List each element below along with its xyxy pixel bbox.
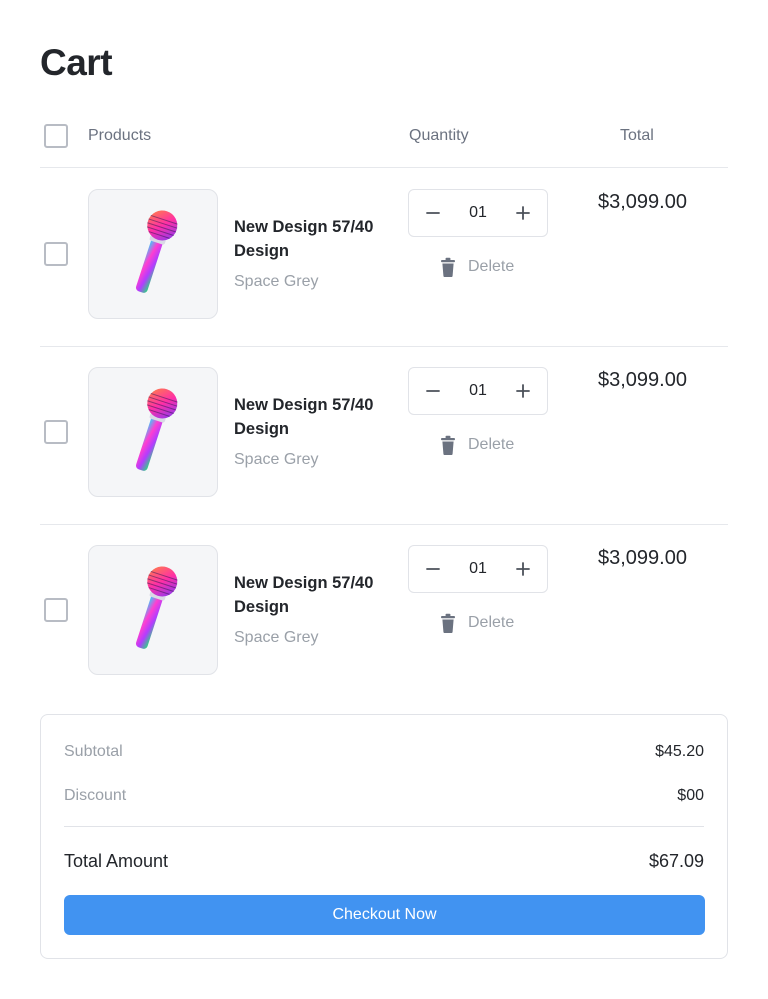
increase-quantity-button[interactable]: [509, 199, 537, 227]
checkout-button[interactable]: Checkout Now: [64, 895, 705, 935]
product-thumbnail: [88, 545, 218, 675]
plus-icon: [516, 384, 530, 398]
item-total-price: $3,099.00: [598, 369, 687, 391]
product-variant: Space Grey: [234, 629, 319, 646]
minus-icon: [426, 212, 440, 214]
header-total: Total: [620, 127, 654, 144]
increase-quantity-button[interactable]: [509, 377, 537, 405]
item-total-price: $3,099.00: [598, 547, 687, 569]
delete-label: Delete: [468, 436, 515, 453]
delete-button[interactable]: Delete: [440, 613, 514, 633]
microphone-image: [135, 210, 178, 293]
trash-icon: [441, 613, 455, 633]
quantity-stepper: 01: [408, 545, 548, 593]
quantity-value[interactable]: 01: [469, 204, 487, 222]
select-all-checkbox[interactable]: [44, 124, 68, 148]
total-amount-label: Total Amount: [64, 851, 169, 871]
header-products: Products: [88, 127, 152, 144]
delete-label: Delete: [468, 614, 515, 631]
minus-icon: [426, 568, 440, 570]
decrease-quantity-button[interactable]: [419, 199, 447, 227]
plus-icon: [516, 562, 530, 576]
trash-icon: [441, 435, 455, 455]
product-name[interactable]: New Design 57/40 Design: [234, 571, 394, 619]
microphone-image: [135, 566, 178, 649]
delete-button[interactable]: Delete: [440, 435, 514, 455]
increase-quantity-button[interactable]: [509, 555, 537, 583]
order-summary-card: Subtotal $45.20 Discount $00 Total Amoun…: [40, 714, 728, 959]
trash-icon: [441, 257, 455, 277]
product-thumbnail: [88, 367, 218, 497]
plus-icon: [516, 206, 530, 220]
item-total-price: $3,099.00: [598, 191, 687, 213]
product-name[interactable]: New Design 57/40 Design: [234, 215, 394, 263]
delete-button[interactable]: Delete: [440, 257, 514, 277]
delete-label: Delete: [468, 258, 515, 275]
header-quantity: Quantity: [409, 127, 469, 144]
decrease-quantity-button[interactable]: [419, 377, 447, 405]
quantity-stepper: 01: [408, 189, 548, 237]
quantity-stepper: 01: [408, 367, 548, 415]
item-checkbox[interactable]: [44, 420, 68, 444]
minus-icon: [426, 390, 440, 392]
product-thumbnail: [88, 189, 218, 319]
page-title: Cart: [40, 42, 113, 83]
quantity-value[interactable]: 01: [469, 382, 487, 400]
cart-table-header: Products Quantity Total: [40, 104, 728, 168]
subtotal-value: $45.20: [655, 743, 704, 760]
cart-item-row: New Design 57/40 Design Space Grey 01 De…: [40, 347, 728, 525]
cart-item-row: New Design 57/40 Design Space Grey 01 De…: [40, 169, 728, 347]
discount-value: $00: [677, 787, 704, 804]
product-variant: Space Grey: [234, 451, 319, 468]
product-name[interactable]: New Design 57/40 Design: [234, 393, 394, 441]
item-checkbox[interactable]: [44, 598, 68, 622]
decrease-quantity-button[interactable]: [419, 555, 447, 583]
quantity-value[interactable]: 01: [469, 560, 487, 578]
summary-divider: [64, 826, 704, 827]
discount-label: Discount: [64, 787, 127, 804]
item-checkbox[interactable]: [44, 242, 68, 266]
cart-item-row: New Design 57/40 Design Space Grey 01 De…: [40, 525, 728, 703]
total-amount-value: $67.09: [648, 851, 704, 871]
subtotal-label: Subtotal: [64, 743, 123, 760]
microphone-image: [135, 388, 178, 471]
product-variant: Space Grey: [234, 273, 319, 290]
